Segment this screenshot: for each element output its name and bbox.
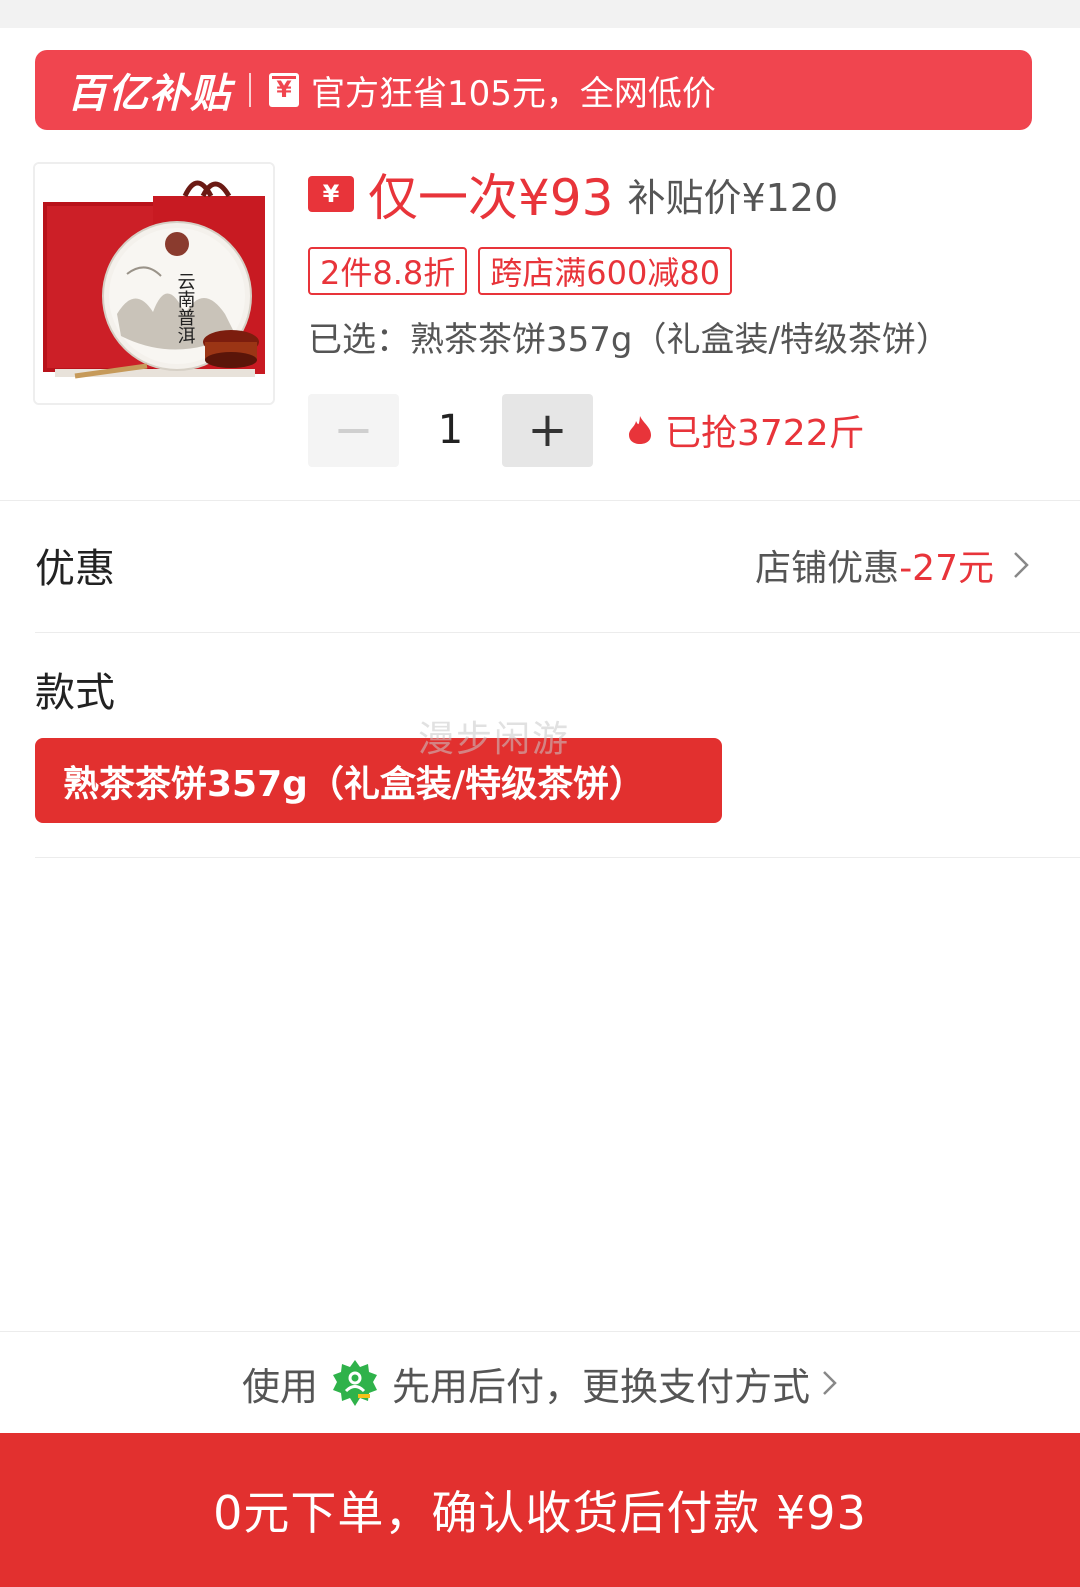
increase-button[interactable]: + bbox=[502, 393, 593, 467]
store-discount-label: 店铺优惠 bbox=[755, 548, 900, 589]
quantity-value[interactable]: 1 bbox=[399, 407, 502, 453]
subsidy-banner[interactable]: 百亿补贴 ¥ 官方狂省105元，全网低价 bbox=[35, 50, 1032, 130]
flame-icon bbox=[629, 416, 651, 444]
subsidy-price: 补贴价¥120 bbox=[627, 175, 839, 220]
banner-text: 官方狂省105元，全网低价 bbox=[311, 73, 716, 114]
tea-cake-title: 云南普洱 bbox=[175, 272, 196, 344]
promo-tag-bundle: 2件8.8折 bbox=[308, 247, 468, 295]
coupon-icon: ¥ bbox=[269, 73, 299, 107]
divider bbox=[0, 1331, 1080, 1332]
divider bbox=[35, 857, 1080, 858]
store-discount-amount: -27元 bbox=[899, 548, 994, 589]
discount-row[interactable]: 优惠 店铺优惠 -27元 bbox=[35, 530, 1030, 600]
sold-count: 已抢3722斤 bbox=[627, 404, 865, 456]
price-coupon-icon: ¥ bbox=[308, 176, 354, 212]
place-order-button[interactable]: 0元下单，确认收货后付款 ¥93 bbox=[0, 1433, 1080, 1587]
product-image[interactable]: 云南普洱 bbox=[33, 162, 275, 405]
top-strip bbox=[0, 0, 1080, 28]
decrease-button[interactable]: − bbox=[308, 393, 399, 467]
subsidy-logo: 百亿补贴 bbox=[67, 71, 231, 117]
discount-label: 优惠 bbox=[35, 546, 115, 592]
price-row: ¥ 仅一次¥93 补贴价¥120 bbox=[308, 162, 839, 227]
quantity-stepper: − 1 + 已抢3722斤 bbox=[308, 393, 865, 467]
selected-variant: 已选：熟茶茶饼357g（礼盒装/特级茶饼） bbox=[308, 319, 950, 360]
pay-later-method: 先用后付，更换支付方式 bbox=[392, 1364, 811, 1409]
sold-count-text: 已抢3722斤 bbox=[665, 413, 865, 454]
divider bbox=[0, 500, 1080, 501]
watermark: 漫步闲游 bbox=[418, 719, 571, 760]
style-label: 款式 bbox=[35, 670, 115, 716]
tea-gift-box-illustration: 云南普洱 bbox=[35, 164, 273, 403]
divider bbox=[35, 632, 1080, 633]
discount-value: 店铺优惠 -27元 bbox=[755, 539, 1030, 591]
promo-tag-cross-store: 跨店满600减80 bbox=[478, 247, 733, 295]
pay-later-badge-icon bbox=[333, 1360, 377, 1406]
pay-later-prefix: 使用 bbox=[241, 1364, 318, 1409]
once-price: 仅一次¥93 bbox=[368, 169, 614, 227]
promo-tags: 2件8.8折 跨店满600减80 bbox=[308, 247, 733, 295]
pay-later-row[interactable]: 使用 先用后付，更换支付方式 bbox=[0, 1333, 1080, 1433]
style-option-selected[interactable]: 熟茶茶饼357g（礼盒装/特级茶饼） bbox=[35, 738, 722, 823]
banner-divider bbox=[249, 73, 251, 107]
chevron-right-icon bbox=[1014, 552, 1029, 578]
chevron-right-icon bbox=[823, 1371, 837, 1395]
